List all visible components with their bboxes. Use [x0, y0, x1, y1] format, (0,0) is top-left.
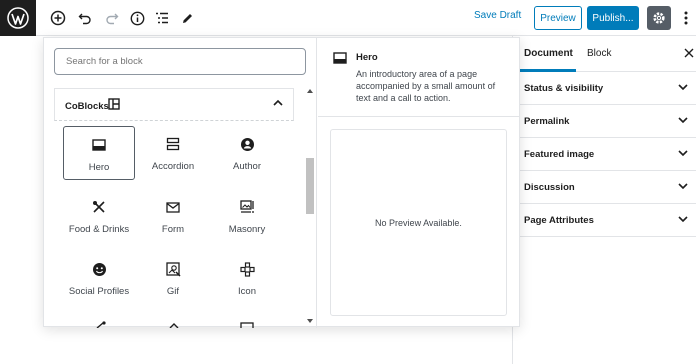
block-item-gif[interactable]: Gif	[137, 251, 209, 305]
form-icon	[166, 201, 180, 213]
settings-sidebar: Document Block Status & visibility Perma…	[512, 36, 696, 364]
sidebar-section-discussion[interactable]: Discussion	[513, 171, 696, 204]
block-item-hero[interactable]: Hero	[63, 126, 135, 180]
tab-block[interactable]: Block	[587, 48, 611, 59]
section-label: Page Attributes	[524, 215, 594, 226]
partial-block-icon	[240, 322, 254, 328]
hero-icon	[92, 139, 106, 151]
block-label: Icon	[238, 286, 256, 297]
sidebar-section-featured-image[interactable]: Featured image	[513, 138, 696, 171]
info-icon[interactable]	[125, 6, 149, 30]
section-label: Featured image	[524, 149, 595, 160]
save-draft-button[interactable]: Save Draft	[474, 10, 521, 21]
settings-gear-icon[interactable]	[647, 6, 671, 30]
preview-box: No Preview Available.	[330, 129, 507, 316]
sidebar-tabs: Document Block	[513, 36, 696, 72]
block-label: Masonry	[228, 224, 266, 235]
gif-icon	[165, 261, 181, 277]
coblocks-panel-header[interactable]: CoBlocks	[54, 88, 294, 121]
scroll-up-arrow-icon[interactable]	[306, 88, 314, 94]
publish-button[interactable]: Publish...	[587, 6, 639, 30]
social-profiles-icon	[92, 262, 106, 276]
author-icon	[240, 137, 254, 151]
edit-tools-icon[interactable]	[175, 6, 199, 30]
chevron-down-icon	[678, 216, 688, 223]
block-label: Social Profiles	[68, 286, 130, 297]
partial-block-icon	[96, 321, 106, 328]
block-label: Food & Drinks	[68, 224, 130, 235]
section-label: Permalink	[524, 116, 570, 127]
scroll-thumb[interactable]	[306, 158, 314, 214]
icon-block-icon	[239, 261, 255, 277]
block-preview-panel: Hero An introductory area of a page acco…	[318, 38, 520, 328]
sidebar-section-permalink[interactable]: Permalink	[513, 105, 696, 138]
coblocks-logo-icon	[108, 98, 120, 110]
block-label: Form	[161, 224, 185, 235]
partial-block-icon	[169, 323, 179, 328]
block-list-scrollbar[interactable]	[304, 86, 316, 328]
chevron-down-icon	[678, 117, 688, 124]
hero-icon	[333, 52, 347, 64]
block-item-masonry[interactable]: Masonry	[211, 189, 283, 243]
preview-block-title: Hero	[356, 52, 378, 63]
tab-document[interactable]: Document	[524, 48, 573, 59]
section-label: Status & visibility	[524, 83, 604, 94]
divider	[318, 116, 520, 117]
sidebar-section-status-visibility[interactable]: Status & visibility	[513, 72, 696, 105]
chevron-up-icon	[273, 99, 283, 106]
sidebar-section-page-attributes[interactable]: Page Attributes	[513, 204, 696, 237]
preview-button[interactable]: Preview	[534, 6, 582, 30]
masonry-icon	[239, 200, 254, 213]
no-preview-text: No Preview Available.	[375, 217, 462, 228]
accordion-icon	[166, 137, 180, 151]
chevron-down-icon	[678, 183, 688, 190]
chevron-down-icon	[678, 84, 688, 91]
undo-icon[interactable]	[73, 6, 97, 30]
food-drinks-icon	[93, 201, 105, 213]
block-inserter-popover: CoBlocks Hero Accordion Author Food & Dr…	[43, 37, 520, 328]
inserter-block-list: CoBlocks Hero Accordion Author Food & Dr…	[44, 38, 317, 328]
block-item-author[interactable]: Author	[211, 126, 283, 180]
editor-toolbar: Save Draft Preview Publish...	[0, 0, 696, 36]
list-view-icon[interactable]	[150, 6, 174, 30]
block-item-food-drinks[interactable]: Food & Drinks	[63, 189, 135, 243]
scroll-down-arrow-icon[interactable]	[306, 318, 314, 324]
block-item-form[interactable]: Form	[137, 189, 209, 243]
panel-title: CoBlocks	[65, 101, 109, 112]
chevron-down-icon	[678, 150, 688, 157]
close-icon[interactable]	[683, 47, 695, 59]
block-label: Hero	[88, 162, 110, 173]
add-block-icon[interactable]	[46, 6, 70, 30]
section-label: Discussion	[524, 182, 575, 193]
block-item-social-profiles[interactable]: Social Profiles	[63, 251, 135, 305]
redo-icon[interactable]	[100, 6, 124, 30]
block-label: Author	[233, 161, 261, 172]
search-input[interactable]	[54, 48, 306, 75]
block-label: Gif	[166, 286, 180, 297]
block-item-icon[interactable]: Icon	[211, 251, 283, 305]
preview-block-description: An introductory area of a page accompani…	[356, 69, 496, 103]
wordpress-logo-icon[interactable]	[0, 0, 36, 36]
block-item-accordion[interactable]: Accordion	[137, 126, 209, 180]
more-options-icon[interactable]	[678, 6, 694, 30]
block-label: Accordion	[151, 161, 195, 172]
